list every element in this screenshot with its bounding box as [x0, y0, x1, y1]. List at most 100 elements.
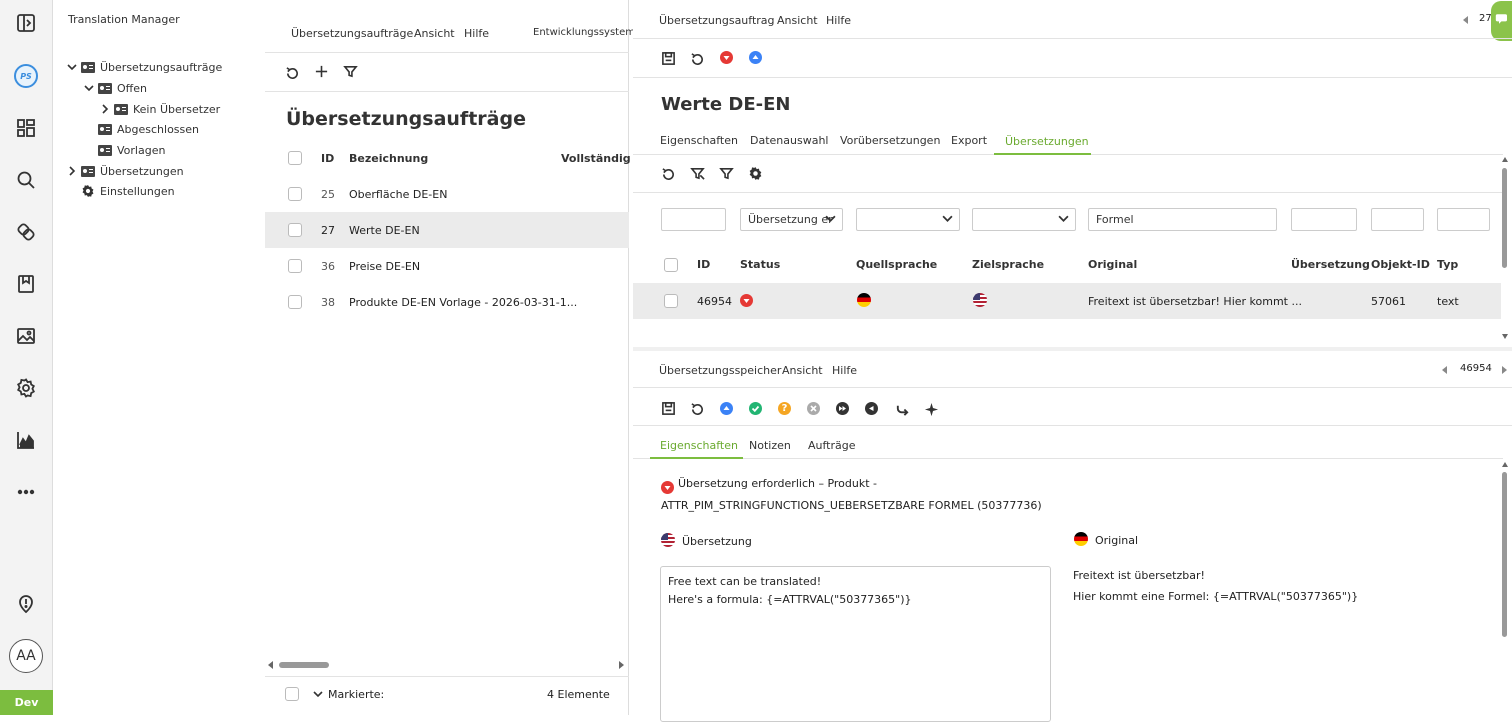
filter-target-language-select[interactable]: [972, 208, 1076, 231]
column-translation[interactable]: Übersetzung: [1291, 258, 1370, 271]
filter-status-select[interactable]: Übersetzung er: [740, 208, 843, 231]
tree-item-settings[interactable]: Einstellungen: [81, 182, 175, 200]
bookmark-icon[interactable]: [14, 272, 38, 296]
chevron-down-icon[interactable]: [84, 83, 94, 93]
tab-export[interactable]: Export: [951, 134, 987, 147]
tab-pretranslations[interactable]: Vorübersetzungen: [840, 134, 940, 147]
column-complete[interactable]: Vollständig: [561, 152, 631, 165]
save-icon[interactable]: [659, 399, 677, 417]
menu-help[interactable]: Hilfe: [464, 27, 489, 40]
fast-forward-icon[interactable]: [836, 402, 849, 415]
chevron-right-icon[interactable]: [67, 166, 77, 176]
filter-original-input[interactable]: Formel: [1088, 208, 1277, 231]
tree-item-completed[interactable]: Abgeschlossen: [98, 120, 199, 138]
column-original[interactable]: Original: [1088, 258, 1137, 271]
column-source-language[interactable]: Quellsprache: [856, 258, 937, 271]
image-icon[interactable]: [14, 324, 38, 348]
menu-view[interactable]: Ansicht: [414, 27, 455, 40]
save-icon[interactable]: [659, 49, 677, 67]
vertical-scrollbar[interactable]: [1502, 168, 1507, 268]
menu-view[interactable]: Ansicht: [777, 14, 818, 27]
forward-arrow-icon[interactable]: [893, 400, 911, 418]
scroll-down-icon[interactable]: [1502, 334, 1508, 339]
sidebar-toggle-icon[interactable]: [14, 11, 38, 35]
filter-icon[interactable]: [717, 164, 735, 182]
move-up-icon[interactable]: [720, 402, 733, 415]
menu-help[interactable]: Hilfe: [826, 14, 851, 27]
row-checkbox[interactable]: [288, 187, 302, 201]
column-type[interactable]: Typ: [1437, 258, 1458, 271]
chevron-down-icon[interactable]: [67, 62, 77, 72]
location-info-icon[interactable]: [14, 592, 38, 616]
refresh-icon[interactable]: [659, 165, 677, 183]
filter-type-input[interactable]: [1437, 208, 1490, 231]
sparkle-icon[interactable]: [922, 400, 940, 418]
tree-item-orders[interactable]: Übersetzungsaufträge: [67, 58, 222, 76]
menu-view[interactable]: Ansicht: [782, 364, 823, 377]
table-row[interactable]: 38 Produkte DE-EN Vorlage - 2026-03-31-1…: [265, 284, 629, 320]
tree-item-translations[interactable]: Übersetzungen: [67, 162, 184, 180]
move-down-icon[interactable]: [720, 51, 733, 64]
settings-icon[interactable]: [14, 376, 38, 400]
chevron-right-icon[interactable]: [100, 104, 110, 114]
filter-translation-input[interactable]: [1291, 208, 1357, 231]
next-record-icon[interactable]: [1502, 366, 1507, 374]
chat-widget-icon[interactable]: [1491, 1, 1512, 41]
tab-data-selection[interactable]: Datenauswahl: [750, 134, 828, 147]
menu-help[interactable]: Hilfe: [832, 364, 857, 377]
menu-orders[interactable]: Übersetzungsaufträge: [291, 27, 413, 40]
refresh-icon[interactable]: [688, 50, 706, 68]
scroll-left-icon[interactable]: [268, 661, 273, 669]
check-icon[interactable]: [749, 402, 762, 415]
translation-textarea[interactable]: Free text can be translated! Here's a fo…: [660, 566, 1051, 722]
move-up-icon[interactable]: [749, 51, 762, 64]
filter-clear-icon[interactable]: [688, 164, 706, 182]
tab-translations[interactable]: Übersetzungen: [1005, 135, 1089, 148]
tree-item-templates[interactable]: Vorlagen: [98, 141, 165, 159]
column-status[interactable]: Status: [740, 258, 780, 271]
prev-record-icon[interactable]: [1463, 16, 1468, 24]
select-all-checkbox[interactable]: [664, 258, 678, 272]
search-icon[interactable]: [14, 168, 38, 192]
filter-source-language-select[interactable]: [856, 208, 960, 231]
scroll-right-icon[interactable]: [619, 661, 624, 669]
horizontal-scrollbar[interactable]: [279, 662, 329, 668]
back-icon[interactable]: [865, 402, 878, 415]
avatar[interactable]: AA: [9, 639, 43, 673]
menu-translation-memory[interactable]: Übersetzungsspeicher: [659, 364, 781, 377]
table-row[interactable]: 25 Oberfläche DE-EN: [265, 176, 629, 212]
add-icon[interactable]: [312, 62, 330, 80]
row-checkbox[interactable]: [288, 295, 302, 309]
filter-object-id-input[interactable]: [1371, 208, 1424, 231]
tab-properties[interactable]: Eigenschaften: [660, 134, 738, 147]
cancel-icon[interactable]: [807, 402, 820, 415]
column-id[interactable]: ID: [321, 152, 334, 165]
gear-icon[interactable]: [746, 164, 764, 182]
row-checkbox[interactable]: [288, 223, 302, 237]
tab-notes[interactable]: Notizen: [749, 439, 791, 452]
tree-item-open[interactable]: Offen: [84, 79, 147, 97]
column-target-language[interactable]: Zielsprache: [972, 258, 1044, 271]
footer-select-checkbox[interactable]: [285, 687, 299, 701]
ps-logo-icon[interactable]: PS: [14, 64, 38, 88]
prev-record-icon[interactable]: [1442, 366, 1447, 374]
row-checkbox[interactable]: [288, 259, 302, 273]
column-object-id[interactable]: Objekt-ID: [1371, 258, 1430, 271]
row-checkbox[interactable]: [664, 294, 678, 308]
chart-icon[interactable]: [14, 428, 38, 452]
table-row[interactable]: 36 Preise DE-EN: [265, 248, 629, 284]
vertical-scrollbar[interactable]: [1502, 472, 1507, 637]
filter-icon[interactable]: [341, 62, 359, 80]
column-name[interactable]: Bezeichnung: [349, 152, 428, 165]
column-id[interactable]: ID: [697, 258, 710, 271]
tab-orders[interactable]: Aufträge: [808, 439, 856, 452]
select-all-checkbox[interactable]: [288, 151, 302, 165]
question-icon[interactable]: ?: [778, 402, 791, 415]
chevron-down-icon[interactable]: [313, 689, 323, 699]
filter-id-input[interactable]: [661, 208, 726, 231]
tab-properties[interactable]: Eigenschaften: [660, 439, 738, 452]
refresh-icon[interactable]: [688, 400, 706, 418]
refresh-icon[interactable]: [283, 64, 301, 82]
scroll-up-icon[interactable]: [1502, 462, 1508, 467]
more-icon[interactable]: [14, 480, 38, 504]
